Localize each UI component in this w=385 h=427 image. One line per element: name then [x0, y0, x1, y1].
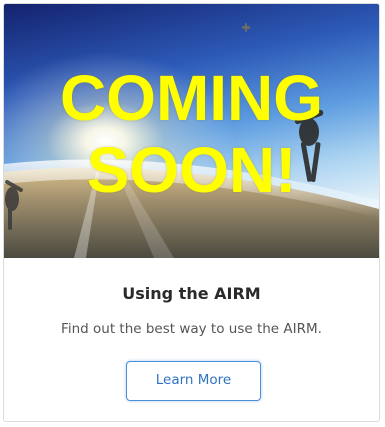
card-body: Using the AIRM Find out the best way to … — [4, 258, 379, 421]
feature-card: COMING SOON! Using the AIRM Find out the… — [3, 3, 380, 422]
hero-image: COMING SOON! — [4, 4, 379, 258]
overlay-line-1: COMING — [59, 62, 324, 134]
learn-more-button[interactable]: Learn More — [126, 361, 261, 401]
card-title: Using the AIRM — [122, 284, 261, 303]
card-description: Find out the best way to use the AIRM. — [61, 321, 322, 337]
overlay-line-2: SOON! — [86, 134, 297, 206]
coming-soon-overlay: COMING SOON! — [4, 62, 379, 206]
